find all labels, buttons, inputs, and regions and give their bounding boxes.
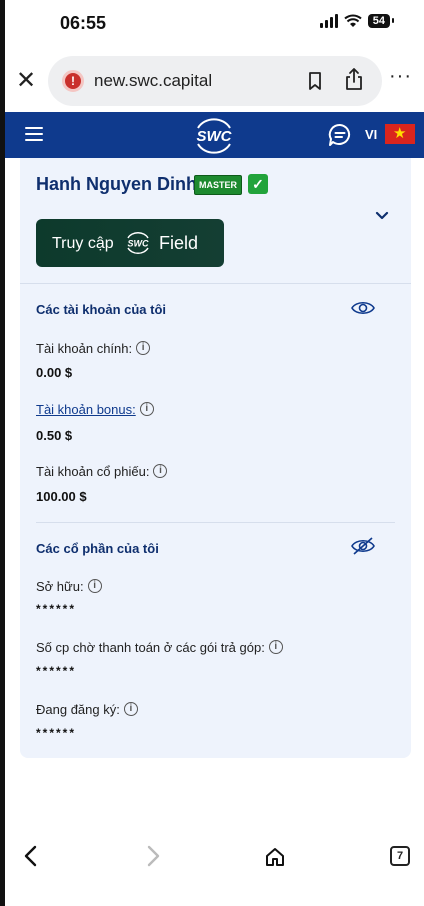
bonus-account-row: Tài khoản bonus: i: [36, 402, 154, 417]
battery-icon: 54: [367, 14, 395, 28]
bonus-account-value: 0.50 $: [36, 428, 73, 443]
account-card: Hanh Nguyen Dinh MASTER ✓ Truy cập SWC F…: [20, 158, 411, 758]
field-button-label: Field: [159, 233, 199, 253]
address-bar[interactable]: ! new.swc.capital: [48, 56, 382, 106]
share-icon[interactable]: [344, 67, 364, 91]
installment-label: Số cp chờ thanh toán ở các gói trả góp:: [36, 640, 265, 655]
status-icons: 54: [319, 14, 395, 28]
field-button-prefix: Truy cập: [52, 235, 114, 252]
chat-icon[interactable]: [327, 122, 353, 148]
chevron-down-icon[interactable]: [374, 210, 390, 222]
status-time: 06:55: [60, 13, 107, 33]
close-icon[interactable]: ✕: [14, 66, 38, 95]
info-icon[interactable]: i: [123, 702, 138, 716]
owned-value: ******: [36, 602, 77, 616]
site-header: SWC VI ★: [5, 112, 424, 158]
status-bar: 06:55 54: [0, 0, 424, 52]
back-icon[interactable]: [22, 844, 40, 868]
verified-check-icon: ✓: [248, 174, 268, 194]
forward-icon[interactable]: [144, 844, 162, 868]
main-account-label: Tài khoản chính:: [36, 341, 133, 356]
registering-label: Đang đăng ký:: [36, 702, 120, 717]
more-icon[interactable]: ···: [389, 65, 412, 88]
info-icon[interactable]: i: [87, 579, 102, 593]
home-icon[interactable]: [264, 846, 286, 868]
stock-account-value: 100.00 $: [36, 489, 87, 504]
main-account-value: 0.00 $: [36, 365, 73, 380]
accounts-title: Các tài khoản của tôi: [36, 302, 167, 317]
info-icon[interactable]: i: [139, 402, 154, 416]
swc-logo[interactable]: SWC: [190, 116, 238, 156]
divider: [20, 283, 411, 284]
menu-icon[interactable]: [25, 127, 43, 141]
owned-row: Sở hữu: i: [36, 579, 102, 594]
eye-icon[interactable]: [350, 299, 376, 317]
warning-icon[interactable]: !: [62, 70, 84, 92]
registering-row: Đang đăng ký: i: [36, 702, 138, 717]
registering-value: ******: [36, 726, 77, 740]
owned-label: Sở hữu:: [36, 579, 84, 594]
eye-off-icon[interactable]: [350, 537, 376, 555]
logo-text: SWC: [197, 128, 233, 145]
mini-logo-text: SWC: [128, 239, 149, 249]
bonus-account-link[interactable]: Tài khoản bonus:: [36, 402, 136, 417]
bookmark-icon[interactable]: [306, 71, 324, 91]
swc-mini-logo: SWC: [127, 232, 149, 254]
flag-vietnam-icon[interactable]: ★: [385, 124, 415, 144]
tabs-icon[interactable]: 7: [390, 846, 410, 866]
access-field-button[interactable]: Truy cập SWC Field: [36, 219, 224, 267]
info-icon[interactable]: i: [136, 341, 151, 355]
page: 06:55 54 ✕ ! new.swc.capital ··· SWC VI …: [0, 0, 424, 906]
wifi-icon: [344, 14, 362, 27]
divider: [36, 522, 395, 523]
main-account-row: Tài khoản chính: i: [36, 341, 151, 356]
language-label[interactable]: VI: [365, 127, 377, 142]
browser-bottom-nav: 7: [0, 834, 424, 884]
stock-account-label: Tài khoản cổ phiếu:: [36, 464, 150, 479]
shares-title: Các cổ phần của tôi: [36, 541, 159, 556]
installment-value: ******: [36, 664, 77, 678]
installment-row: Số cp chờ thanh toán ở các gói trả góp: i: [36, 640, 283, 655]
signal-icon: [319, 14, 338, 28]
url-text[interactable]: new.swc.capital: [94, 71, 212, 91]
browser-urlbar: ✕ ! new.swc.capital ···: [0, 56, 424, 106]
stock-account-row: Tài khoản cổ phiếu: i: [36, 464, 168, 479]
user-name: Hanh Nguyen Dinh: [36, 174, 197, 194]
info-icon[interactable]: i: [268, 640, 283, 654]
master-badge: MASTER: [194, 175, 242, 195]
info-icon[interactable]: i: [153, 464, 168, 478]
